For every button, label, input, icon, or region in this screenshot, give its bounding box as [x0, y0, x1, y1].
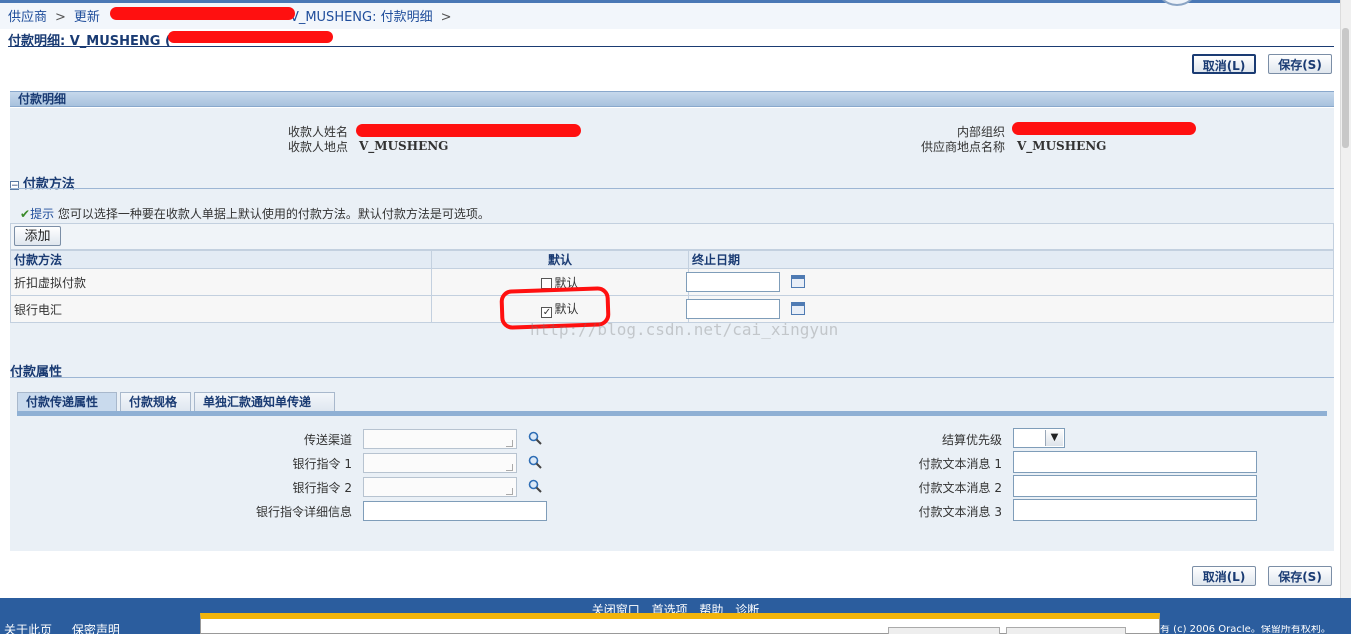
redaction-mark: [1012, 122, 1196, 135]
copyright: 版权所有 (c) 2006 Oracle。保留所有权利。: [1130, 625, 1331, 634]
end-date-input[interactable]: [686, 299, 780, 319]
tab-remittance-delivery[interactable]: 单独汇款通知单传递: [194, 392, 335, 411]
payment-text-3-input[interactable]: [1013, 499, 1257, 521]
supplier-site-value: V_MUSHENG: [1017, 139, 1107, 153]
column-header-default: 默认: [431, 250, 689, 269]
field-label: 付款文本消息 3: [918, 505, 1002, 519]
cancel-button[interactable]: 取消(L): [1192, 54, 1256, 74]
chevron-down-icon[interactable]: ▼: [1045, 430, 1063, 446]
attribute-tabs: 付款传递属性 付款规格 单独汇款通知单传递: [17, 392, 1327, 412]
cancel-button-bottom[interactable]: 取消(L): [1192, 566, 1256, 586]
payee-site-value: V_MUSHENG: [359, 139, 449, 153]
supplier-site-label: 供应商地点名称: [920, 140, 1005, 154]
payment-method-title: 付款方法: [22, 177, 75, 192]
field-label: 传送渠道: [303, 433, 352, 447]
field-label: 银行指令详细信息: [255, 505, 352, 519]
payment-method-table: 付款方法 默认 终止日期 折扣虚拟付款 默认 银行电汇 ✓ 默认: [10, 250, 1334, 323]
resize-grip: [506, 464, 513, 471]
breadcrumb-item-supplier[interactable]: 供应商: [8, 10, 47, 25]
subsection-rule: [10, 188, 1334, 189]
tip-message: ✔提示 您可以选择一种要在收款人单据上默认使用的付款方法。默认付款方法是可选项。: [20, 205, 490, 222]
end-date-cell: [688, 268, 1334, 296]
save-button-bottom[interactable]: 保存(S): [1268, 566, 1332, 586]
overlay-button[interactable]: [1006, 627, 1126, 634]
scrollbar-thumb[interactable]: [1342, 28, 1349, 148]
watermark: http://blog.csdn.net/cai_xingyun: [530, 320, 839, 339]
breadcrumb-separator: >: [440, 10, 452, 25]
section-title: 付款明细: [18, 92, 67, 106]
breadcrumb-separator: >: [55, 10, 66, 25]
field-label: 付款文本消息 2: [918, 481, 1002, 495]
table-toolbar: [10, 223, 1334, 250]
calendar-icon[interactable]: [791, 275, 805, 288]
end-date-input[interactable]: [686, 272, 780, 292]
bank-instruction-2-input[interactable]: [363, 477, 517, 497]
redaction-mark: [168, 31, 333, 43]
resize-grip: [506, 488, 513, 495]
add-button[interactable]: 添加: [14, 226, 61, 246]
payee-site-label: 收款人地点: [287, 140, 348, 154]
subsection-rule: [10, 377, 1334, 378]
field-label: 结算优先级: [941, 433, 1002, 447]
column-header-end-date: 终止日期: [688, 250, 1334, 269]
search-icon[interactable]: [528, 455, 542, 469]
redaction-mark: [110, 7, 295, 20]
search-icon[interactable]: [528, 479, 542, 493]
payment-text-1-input[interactable]: [1013, 451, 1257, 473]
column-header-method: 付款方法: [10, 250, 432, 269]
method-cell: 折扣虚拟付款: [10, 268, 432, 296]
field-label: 银行指令 2: [292, 481, 352, 495]
tab-underline: [17, 411, 1327, 416]
title-rule: [8, 46, 1334, 47]
payment-method-subheader[interactable]: − 付款方法: [10, 173, 75, 192]
tab-payment-spec[interactable]: 付款规格: [120, 392, 191, 411]
footer-link-privacy[interactable]: 保密声明: [72, 623, 120, 637]
overlay-button[interactable]: [888, 627, 1000, 634]
tip-keyword: 提示: [30, 207, 55, 221]
table-row: 银行电汇 ✓ 默认: [10, 295, 1334, 323]
section-header-payment-detail: 付款明细: [10, 91, 1334, 107]
payment-text-2-input[interactable]: [1013, 475, 1257, 497]
tip-text: 您可以选择一种要在收款人单据上默认使用的付款方法。默认付款方法是可选项。: [57, 207, 490, 221]
footer-link-about[interactable]: 关于此页: [4, 623, 52, 637]
checkmark-icon: ✔: [20, 207, 31, 221]
field-label: 银行指令 1: [292, 457, 352, 471]
save-button[interactable]: 保存(S): [1268, 54, 1332, 74]
breadcrumb-item-update[interactable]: 更新: [74, 10, 100, 25]
method-cell: 银行电汇: [10, 295, 432, 323]
search-icon[interactable]: [528, 431, 542, 445]
copyright-clip: 版权所有 (c) 2006 Oracle。保留所有权利。: [1130, 625, 1351, 634]
bank-instruction-1-input[interactable]: [363, 453, 517, 473]
calendar-icon[interactable]: [791, 302, 805, 315]
tab-delivery-attributes[interactable]: 付款传递属性: [17, 392, 117, 411]
delivery-channel-input[interactable]: [363, 429, 517, 449]
footer-left-links: 关于此页 保密声明: [4, 621, 120, 638]
table-row: 折扣虚拟付款 默认: [10, 268, 1334, 296]
field-label: 付款文本消息 1: [918, 457, 1002, 471]
redaction-mark: [356, 124, 581, 137]
bank-instruction-detail-input[interactable]: [363, 501, 547, 521]
settlement-priority-select[interactable]: ▼: [1013, 428, 1065, 448]
resize-grip: [506, 440, 513, 447]
end-date-cell: [688, 295, 1334, 323]
default-checkbox[interactable]: [541, 277, 553, 289]
breadcrumb-item-current: V_MUSHENG: 付款明细: [289, 10, 433, 25]
